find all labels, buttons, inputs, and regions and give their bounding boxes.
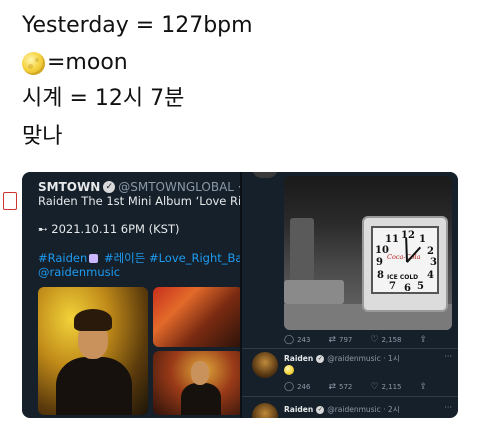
- reply-author-name[interactable]: Raiden: [284, 354, 313, 363]
- avatar[interactable]: [252, 352, 278, 378]
- reply-header: Raiden ✓ @raidenmusic · 2시: [284, 404, 400, 415]
- reply-count: 246: [297, 383, 311, 391]
- divider: [242, 348, 458, 349]
- reply-header: Raiden ✓ @raidenmusic · 1시: [284, 353, 400, 364]
- clock-brand-text: Coca-Cola: [387, 253, 421, 261]
- clock-number: 2: [427, 246, 434, 257]
- like-action[interactable]: ♡ 2,158: [370, 335, 401, 345]
- like-count: 2,115: [381, 383, 402, 391]
- avatar-cropped: [252, 172, 278, 178]
- like-count: 2,158: [381, 336, 402, 344]
- tweet-date-line: ➸ 2021.10.11 6PM (KST): [38, 222, 180, 236]
- moon-emoji-icon: [284, 365, 294, 375]
- clock-face: 12 1 2 3 4 5 6 7 8 9 10 11 Coca-Cola ICE…: [371, 226, 439, 294]
- reply-count: 243: [297, 336, 311, 344]
- avatar[interactable]: [252, 403, 278, 418]
- reply-author-name[interactable]: Raiden: [284, 405, 313, 414]
- hashflag-icon: [89, 254, 99, 263]
- tweet-screenshot-right: 12 1 2 3 4 5 6 7 8 9 10 11 Coca-Cola ICE…: [240, 172, 458, 418]
- tweet-photo-bottom-right[interactable]: [153, 351, 240, 415]
- tweet-author-handle[interactable]: @SMTOWNGLOBAL · 3시: [118, 178, 240, 195]
- clock-number: 11: [385, 234, 399, 245]
- tweet-action-row: ◯ 246 ⇄ 572 ♡ 2,115 ⇪: [284, 382, 427, 392]
- tweet-mention[interactable]: @raidenmusic: [38, 265, 120, 279]
- retweet-count: 797: [339, 336, 353, 344]
- heart-icon: ♡: [370, 335, 379, 345]
- reply-author-handle[interactable]: @raidenmusic · 2시: [327, 404, 399, 415]
- reply-author-handle[interactable]: @raidenmusic · 1시: [327, 353, 399, 364]
- photo-object-radio: [284, 280, 344, 304]
- verified-badge-icon: ✓: [316, 354, 325, 363]
- clock-object: 12 1 2 3 4 5 6 7 8 9 10 11 Coca-Cola ICE…: [362, 216, 448, 312]
- clock-number: 7: [389, 281, 396, 292]
- hashtag-others[interactable]: #레이든 #Love_Right_Back: [104, 251, 240, 265]
- tweet-photo-top-right[interactable]: [153, 287, 240, 347]
- photo-person-figure: [56, 357, 132, 415]
- moon-emoji-icon: [22, 51, 45, 75]
- more-options-icon[interactable]: ···: [444, 403, 452, 412]
- hashtag-raiden[interactable]: #Raiden: [38, 251, 87, 265]
- clock-number: 1: [419, 234, 426, 245]
- retweet-icon: ⇄: [328, 382, 336, 392]
- tweet-action-row: ◯ 243 ⇄ 797 ♡ 2,158 ⇪: [284, 335, 427, 345]
- verified-badge-icon: ✓: [103, 180, 116, 193]
- caption-line-bpm: Yesterday = 127bpm: [22, 13, 253, 38]
- reply-icon: ◯: [284, 382, 295, 392]
- left-edge-strip: [0, 172, 22, 228]
- clock-number: 4: [427, 270, 434, 281]
- retweet-action[interactable]: ⇄ 572: [328, 382, 352, 392]
- caption-line-question: 맞나: [22, 124, 63, 149]
- retweet-action[interactable]: ⇄ 797: [328, 335, 352, 345]
- share-action[interactable]: ⇪: [420, 335, 428, 345]
- photo-person-hair: [74, 309, 112, 331]
- photo-person-face: [191, 361, 209, 385]
- tweet-text-line: Raiden The 1st Mini Album ‘Love Right E: [38, 194, 240, 208]
- retweet-icon: ⇄: [328, 335, 336, 345]
- photo-object-jar: [290, 218, 314, 288]
- tweet-hashtags[interactable]: #Raiden #레이든 #Love_Right_Back: [38, 250, 240, 266]
- clock-number: 6: [404, 283, 411, 294]
- divider: [242, 396, 458, 397]
- tweet-screenshot-left: SMTOWN ✓ @SMTOWNGLOBAL · 3시 Raiden The 1…: [22, 172, 240, 418]
- caption-line-clock: 시계 = 12시 7분: [22, 86, 185, 111]
- share-action[interactable]: ⇪: [420, 382, 428, 392]
- clock-number: 9: [376, 257, 383, 268]
- reply-action[interactable]: ◯ 246: [284, 382, 310, 392]
- tweet-header: SMTOWN ✓ @SMTOWNGLOBAL · 3시: [38, 178, 240, 195]
- reply-icon: ◯: [284, 335, 295, 345]
- tweet-author-name[interactable]: SMTOWN: [38, 180, 100, 194]
- clock-number: 8: [377, 270, 384, 281]
- photo-person-figure: [181, 383, 221, 415]
- like-action[interactable]: ♡ 2,115: [370, 382, 401, 392]
- clock-number: 5: [417, 281, 424, 292]
- heart-icon: ♡: [370, 382, 379, 392]
- reply-action[interactable]: ◯ 243: [284, 335, 310, 345]
- clock-number: 3: [430, 257, 437, 268]
- share-icon: ⇪: [419, 382, 428, 392]
- bookmark-icon: [3, 192, 17, 210]
- clock-photo[interactable]: 12 1 2 3 4 5 6 7 8 9 10 11 Coca-Cola ICE…: [284, 176, 452, 330]
- retweet-count: 572: [339, 383, 353, 391]
- more-options-icon[interactable]: ···: [444, 352, 452, 361]
- clock-number: 12: [401, 230, 415, 241]
- verified-badge-icon: ✓: [316, 405, 325, 414]
- caption-moon-text: =moon: [47, 50, 128, 75]
- share-icon: ⇪: [419, 335, 428, 345]
- caption-line-moon: =moon: [22, 49, 128, 77]
- clock-ice-cold-text: ICE COLD: [387, 274, 419, 281]
- tweet-photo-main[interactable]: [38, 287, 148, 415]
